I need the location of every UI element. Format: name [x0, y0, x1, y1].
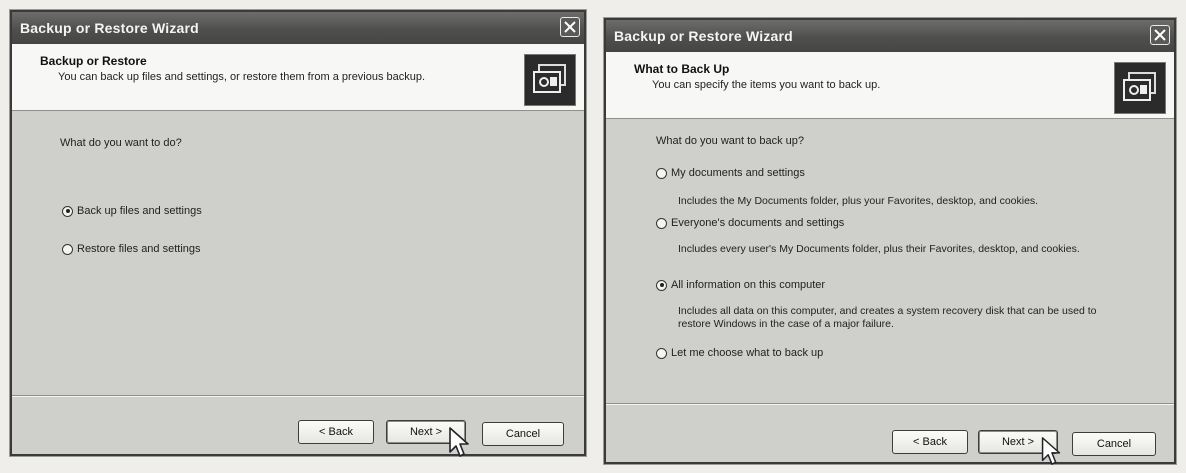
option-description: Includes the My Documents folder, plus y…	[678, 195, 1039, 207]
backup-wizard-icon	[524, 54, 576, 106]
footer-divider	[12, 395, 584, 397]
cancel-button[interactable]: Cancel	[482, 422, 564, 446]
option-my-documents[interactable]: My documents and settings	[656, 167, 805, 179]
option-let-me-choose[interactable]: Let me choose what to back up	[656, 347, 823, 359]
radio-button[interactable]	[62, 243, 73, 255]
wizard-header: What to Back Up You can specify the item…	[606, 52, 1174, 119]
close-button[interactable]	[1150, 25, 1170, 45]
option-label: Everyone's documents and settings	[671, 217, 845, 229]
option-all-information[interactable]: All information on this computer	[656, 279, 825, 291]
wizard-content: What do you want to do? Back up files an…	[12, 111, 584, 396]
back-button[interactable]: < Back	[892, 430, 968, 454]
radio-button[interactable]	[656, 167, 667, 179]
radio-button[interactable]	[656, 347, 667, 359]
backup-restore-wizard-window: Backup or Restore Wizard Backup or Resto…	[10, 10, 586, 457]
back-button[interactable]: < Back	[298, 420, 374, 444]
next-button[interactable]: Next >	[386, 420, 466, 444]
option-label: Restore files and settings	[77, 243, 201, 255]
option-label: Back up files and settings	[77, 205, 202, 217]
option-back-up-files[interactable]: Back up files and settings	[62, 205, 202, 217]
option-description: Includes every user's My Documents folde…	[678, 243, 1080, 255]
window-title: Backup or Restore Wizard	[614, 28, 793, 44]
backup-wizard-icon	[1114, 62, 1166, 114]
question-label: What do you want to back up?	[656, 135, 804, 147]
page-subtitle: You can specify the items you want to ba…	[652, 79, 881, 91]
page-title: Backup or Restore	[40, 54, 147, 68]
cancel-button[interactable]: Cancel	[1072, 432, 1156, 456]
option-everyones-documents[interactable]: Everyone's documents and settings	[656, 217, 844, 229]
question-label: What do you want to do?	[60, 137, 182, 149]
close-button[interactable]	[560, 17, 580, 37]
option-label: My documents and settings	[671, 167, 805, 179]
title-bar: Backup or Restore Wizard	[606, 20, 1174, 52]
next-button[interactable]: Next >	[978, 430, 1058, 454]
radio-button-selected[interactable]	[656, 279, 667, 291]
option-label: All information on this computer	[671, 279, 826, 291]
radio-button-selected[interactable]	[62, 205, 73, 217]
wizard-content: What do you want to back up? My document…	[606, 119, 1174, 404]
close-icon	[564, 21, 576, 33]
title-bar: Backup or Restore Wizard	[12, 12, 584, 44]
radio-button[interactable]	[656, 217, 667, 229]
footer-divider	[606, 403, 1174, 405]
option-description: Includes all data on this computer, and …	[678, 305, 1097, 330]
close-icon	[1154, 29, 1166, 41]
wizard-header: Backup or Restore You can back up files …	[12, 44, 584, 111]
option-label: Let me choose what to back up	[671, 347, 824, 359]
page-subtitle: You can back up files and settings, or r…	[58, 71, 426, 83]
backup-restore-wizard-window: Backup or Restore Wizard What to Back Up…	[604, 18, 1176, 465]
window-title: Backup or Restore Wizard	[20, 20, 199, 36]
option-restore-files[interactable]: Restore files and settings	[62, 243, 201, 255]
page-title: What to Back Up	[634, 62, 730, 76]
